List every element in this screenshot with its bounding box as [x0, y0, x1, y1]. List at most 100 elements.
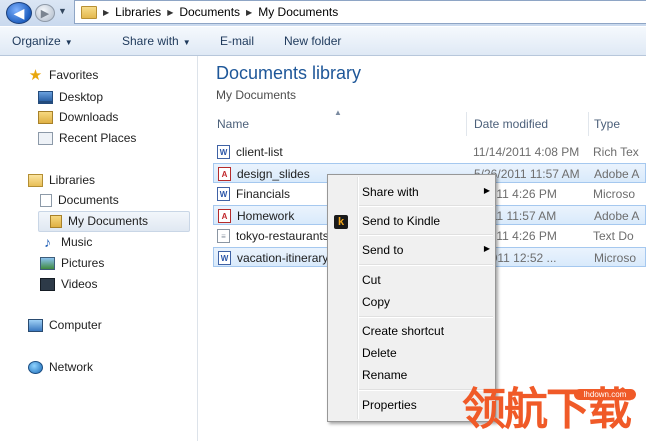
context-menu-gutter	[357, 177, 359, 419]
new-folder-button[interactable]: New folder	[284, 34, 341, 48]
forward-button[interactable]: ▶	[35, 4, 55, 22]
kindle-icon: k	[334, 215, 348, 229]
file-type: Rich Tex	[593, 145, 639, 159]
nav-label: Downloads	[59, 110, 119, 124]
breadcrumb[interactable]: ▶ Libraries ▶ Documents ▶ My Documents	[74, 0, 646, 24]
menu-item-send-to-kindle[interactable]: Send to Kindle	[362, 214, 440, 228]
file-type: Adobe A	[594, 167, 640, 181]
menu-item-copy[interactable]: Copy	[362, 295, 390, 309]
column-header-date-modified[interactable]: Date modified	[474, 117, 548, 131]
chevron-down-icon: ▼	[64, 38, 73, 47]
organize-button[interactable]: Organize ▼	[12, 34, 73, 48]
folder-icon	[81, 5, 97, 19]
menu-item-properties[interactable]: Properties	[362, 398, 417, 412]
nav-label: Pictures	[61, 256, 105, 270]
nav-item-documents[interactable]: Documents	[40, 193, 119, 207]
pdf-icon: A	[218, 167, 231, 181]
nav-item-libraries[interactable]: Libraries	[28, 173, 95, 187]
forward-arrow-icon: ▶	[40, 7, 50, 20]
nav-item-music[interactable]: ♪ Music	[40, 233, 93, 250]
nav-item-pictures[interactable]: Pictures	[40, 256, 104, 270]
documents-icon	[40, 193, 52, 207]
nav-label: My Documents	[68, 214, 149, 228]
column-divider[interactable]	[588, 112, 589, 136]
file-type: Text Do	[593, 229, 634, 243]
nav-item-recent-places[interactable]: Recent Places	[38, 131, 136, 145]
menu-item-delete[interactable]: Delete	[362, 346, 397, 360]
chevron-down-icon: ▼	[58, 6, 67, 16]
folder-icon	[50, 214, 62, 228]
nav-item-downloads[interactable]: Downloads	[38, 110, 118, 124]
nav-label: Network	[49, 360, 94, 374]
back-arrow-icon: ◀	[13, 4, 25, 21]
column-header-type[interactable]: Type	[594, 117, 620, 131]
recent-places-icon	[38, 131, 53, 145]
breadcrumb-separator-icon[interactable]: ▶	[103, 8, 109, 17]
file-type: Microso	[594, 251, 637, 265]
menu-separator	[359, 316, 493, 318]
menu-separator	[359, 205, 493, 207]
breadcrumb-my-documents[interactable]: My Documents	[258, 5, 338, 19]
menu-item-send-to[interactable]: Send to ▶	[362, 243, 490, 257]
breadcrumb-documents[interactable]: Documents	[179, 5, 240, 19]
submenu-arrow-icon: ▶	[483, 186, 490, 195]
menu-item-rename[interactable]: Rename	[362, 368, 407, 382]
email-button[interactable]: E-mail	[220, 34, 254, 48]
breadcrumb-separator-icon[interactable]: ▶	[246, 8, 252, 17]
nav-item-network[interactable]: Network	[28, 360, 93, 374]
music-note-icon: ♪	[44, 233, 51, 250]
nav-label: Libraries	[49, 173, 96, 187]
breadcrumb-separator-icon[interactable]: ▶	[167, 8, 173, 17]
nav-label: Documents	[58, 193, 119, 207]
nav-item-my-documents[interactable]: My Documents	[50, 214, 148, 228]
text-doc-icon: ≡	[217, 229, 230, 243]
breadcrumb-libraries[interactable]: Libraries	[115, 5, 161, 19]
nav-label: Desktop	[59, 90, 104, 104]
network-icon	[28, 360, 43, 374]
file-type: Microso	[593, 187, 636, 201]
column-header-name[interactable]: Name	[217, 117, 249, 131]
recent-pages-dropdown[interactable]: ▼	[58, 6, 67, 16]
command-bar: Organize ▼ Share with ▼ E-mail New folder	[0, 26, 646, 56]
pictures-icon	[40, 256, 55, 270]
computer-icon	[28, 318, 43, 332]
file-name: tokyo-restaurants	[236, 229, 329, 243]
nav-item-videos[interactable]: Videos	[40, 277, 97, 291]
file-name: client-list	[236, 145, 283, 159]
library-includes-link[interactable]: My Documents	[216, 88, 296, 102]
file-type: Adobe A	[594, 209, 640, 223]
star-icon: ★	[28, 66, 43, 84]
watermark-url: lhdown.com	[574, 389, 636, 400]
menu-separator	[359, 264, 493, 266]
pdf-icon: A	[218, 209, 231, 223]
file-name: Homework	[237, 209, 295, 223]
menu-item-share-with[interactable]: Share with ▶	[362, 185, 490, 199]
share-with-button[interactable]: Share with ▼	[122, 34, 191, 48]
nav-label: Recent Places	[59, 131, 137, 145]
downloads-folder-icon	[38, 110, 53, 124]
word-doc-icon: W	[217, 187, 230, 201]
menu-item-label: Share with	[362, 185, 419, 199]
nav-item-favorites[interactable]: ★ Favorites	[28, 66, 99, 84]
share-with-label: Share with	[122, 34, 179, 48]
file-row[interactable]: W client-list 11/14/2011 4:08 PM Rich Te…	[213, 142, 646, 162]
page-title: Documents library	[216, 63, 362, 83]
videos-icon	[40, 277, 55, 291]
file-date: 11/14/2011 4:08 PM	[473, 145, 580, 159]
menu-separator	[359, 234, 493, 236]
menu-item-label: Send to	[362, 243, 404, 257]
nav-label: Music	[61, 235, 93, 249]
back-button[interactable]: ◀	[6, 2, 32, 24]
chevron-down-icon: ▼	[182, 38, 191, 47]
nav-label: Computer	[49, 318, 102, 332]
desktop-icon	[38, 90, 53, 104]
nav-item-computer[interactable]: Computer	[28, 318, 102, 332]
word-doc-icon: W	[217, 145, 230, 159]
nav-item-desktop[interactable]: Desktop	[38, 90, 103, 104]
menu-item-cut[interactable]: Cut	[362, 273, 381, 287]
menu-item-create-shortcut[interactable]: Create shortcut	[362, 324, 444, 338]
organize-label: Organize	[12, 34, 61, 48]
nav-label: Favorites	[49, 68, 99, 82]
column-divider[interactable]	[466, 112, 467, 136]
libraries-icon	[28, 173, 43, 187]
